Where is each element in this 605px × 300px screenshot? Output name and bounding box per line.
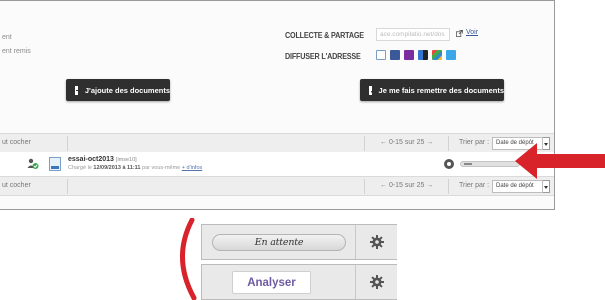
more-info-link[interactable]: + d'infos [182,165,202,171]
pagination[interactable]: ← 0-15 sur 25 → [380,182,433,189]
plus-icon [75,85,83,95]
gear-button[interactable] [355,225,398,259]
receive-documents-button[interactable]: Je me fais remettre des documents [360,79,504,101]
facebook-icon[interactable] [390,50,400,60]
windows-live-icon[interactable] [432,50,442,60]
waiting-status-pill: En attente [212,234,346,251]
mail-icon[interactable] [376,50,386,60]
truncated-text: ent [2,34,12,41]
add-documents-label: J'ajoute des documents [84,85,170,95]
zoom-analyse-state: Analyser [201,264,397,300]
waiting-status-bar [460,161,520,167]
upload-prefix: Chargé le [68,165,92,171]
red-arrow-icon [515,143,605,179]
delicious-icon[interactable] [418,50,428,60]
twitter-icon[interactable] [446,50,456,60]
gear-icon [370,235,384,249]
sort-select[interactable]: Date de dépôt [492,180,543,193]
gear-icon[interactable] [444,159,454,169]
collecte-label: COLLECTE & PARTAGE [285,31,364,40]
shared-user-icon [27,158,39,169]
collecte-url-input[interactable]: ace.compilatio.net/dos [376,28,450,41]
document-list-panel: ent ent remis COLLECTE & PARTAGE ace.com… [0,0,555,210]
receive-documents-label: Je me fais remettre des documents [378,85,504,95]
list-toolbar-top: ut cocher ← 0-15 sur 25 → Trier par : Da… [0,133,554,153]
chevron-down-icon[interactable] [543,180,550,193]
external-link-icon [456,30,463,37]
sort-label: Trier par : [459,182,490,189]
gear-icon [370,275,384,289]
upload-suffix: par vous-même [142,165,181,171]
download-icon [369,85,375,95]
list-toolbar-bottom: ut cocher ← 0-15 sur 25 → Trier par : Da… [0,176,554,196]
social-share-icons [376,50,456,60]
check-all-link[interactable]: ut cocher [2,182,31,189]
truncated-text: ent remis [2,48,31,55]
add-documents-button[interactable]: J'ajoute des documents [66,79,170,101]
document-upload-info: Chargé le 12/09/2013 à 11:11 par vous-mê… [68,165,202,171]
check-all-link[interactable]: ut cocher [2,139,31,146]
voir-link[interactable]: Voir [466,29,478,36]
diffuser-label: DIFFUSER L'ADRESSE [285,52,361,61]
gear-button[interactable] [355,265,398,299]
document-meta: [imse10] [115,157,137,163]
upload-date: 12/09/2013 à 11:11 [93,165,141,171]
zoom-waiting-state: En attente [201,224,397,260]
pagination[interactable]: ← 0-15 sur 25 → [380,139,433,146]
panel-header-area: ent ent remis COLLECTE & PARTAGE ace.com… [0,1,554,133]
document-file-icon [49,157,61,171]
document-title[interactable]: essai-oct2013 [68,156,114,163]
sort-label: Trier par : [459,139,490,146]
document-title-line: essai-oct2013 [imse10] [68,156,137,163]
analyse-button[interactable]: Analyser [232,271,311,294]
document-row[interactable]: essai-oct2013 [imse10] Chargé le 12/09/20… [0,152,554,176]
yahoo-icon[interactable] [404,50,414,60]
